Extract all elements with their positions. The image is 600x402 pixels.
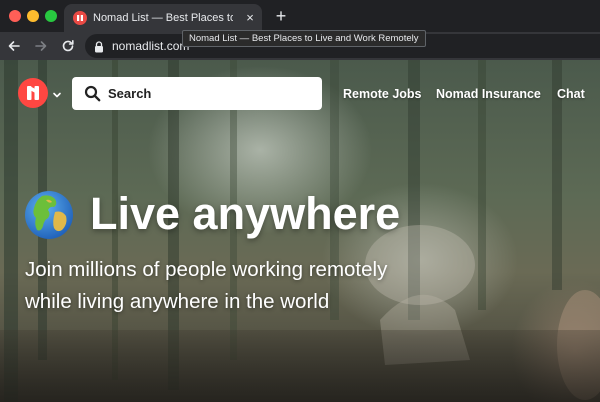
tab-title: Nomad List — Best Places to Li (93, 12, 233, 24)
new-tab-button[interactable]: + (272, 7, 290, 25)
hero-section: Search Remote Jobs Nomad Insurance Chat … (0, 60, 600, 402)
search-placeholder: Search (108, 86, 152, 101)
window-close-button[interactable] (9, 10, 21, 22)
search-icon (84, 85, 101, 102)
hero-subtitle-line-2: while living anywhere in the world (25, 290, 330, 313)
tab-close-icon[interactable]: × (242, 10, 258, 26)
reload-icon[interactable] (60, 38, 76, 54)
window-zoom-button[interactable] (45, 10, 57, 22)
lock-icon[interactable] (94, 40, 104, 53)
hero-subtitle-line-1: Join millions of people working remotely (25, 258, 388, 281)
forward-arrow-icon[interactable] (33, 38, 49, 54)
chevron-down-icon[interactable] (52, 87, 62, 98)
browser-tab-strip: Nomad List — Best Places to Li × + (0, 0, 600, 32)
nav-link-nomad-insurance[interactable]: Nomad Insurance (436, 86, 541, 102)
nomadlist-favicon-icon (73, 11, 87, 25)
hero-subtitle: Join millions of people working remotely… (25, 254, 465, 318)
nav-link-chat[interactable]: Chat (557, 86, 585, 102)
globe-icon (24, 190, 74, 240)
browser-tab[interactable]: Nomad List — Best Places to Li × (64, 4, 262, 32)
hero-title: Live anywhere (90, 188, 401, 239)
window-minimize-button[interactable] (27, 10, 39, 22)
tab-title-tooltip: Nomad List — Best Places to Live and Wor… (182, 30, 426, 47)
url-text[interactable]: nomadlist.com (112, 39, 189, 53)
nomadlist-logo-icon[interactable] (18, 78, 48, 108)
back-arrow-icon[interactable] (6, 38, 22, 54)
nav-link-remote-jobs[interactable]: Remote Jobs (343, 86, 422, 102)
ground-shadow (0, 330, 600, 402)
search-input[interactable]: Search (72, 77, 322, 110)
